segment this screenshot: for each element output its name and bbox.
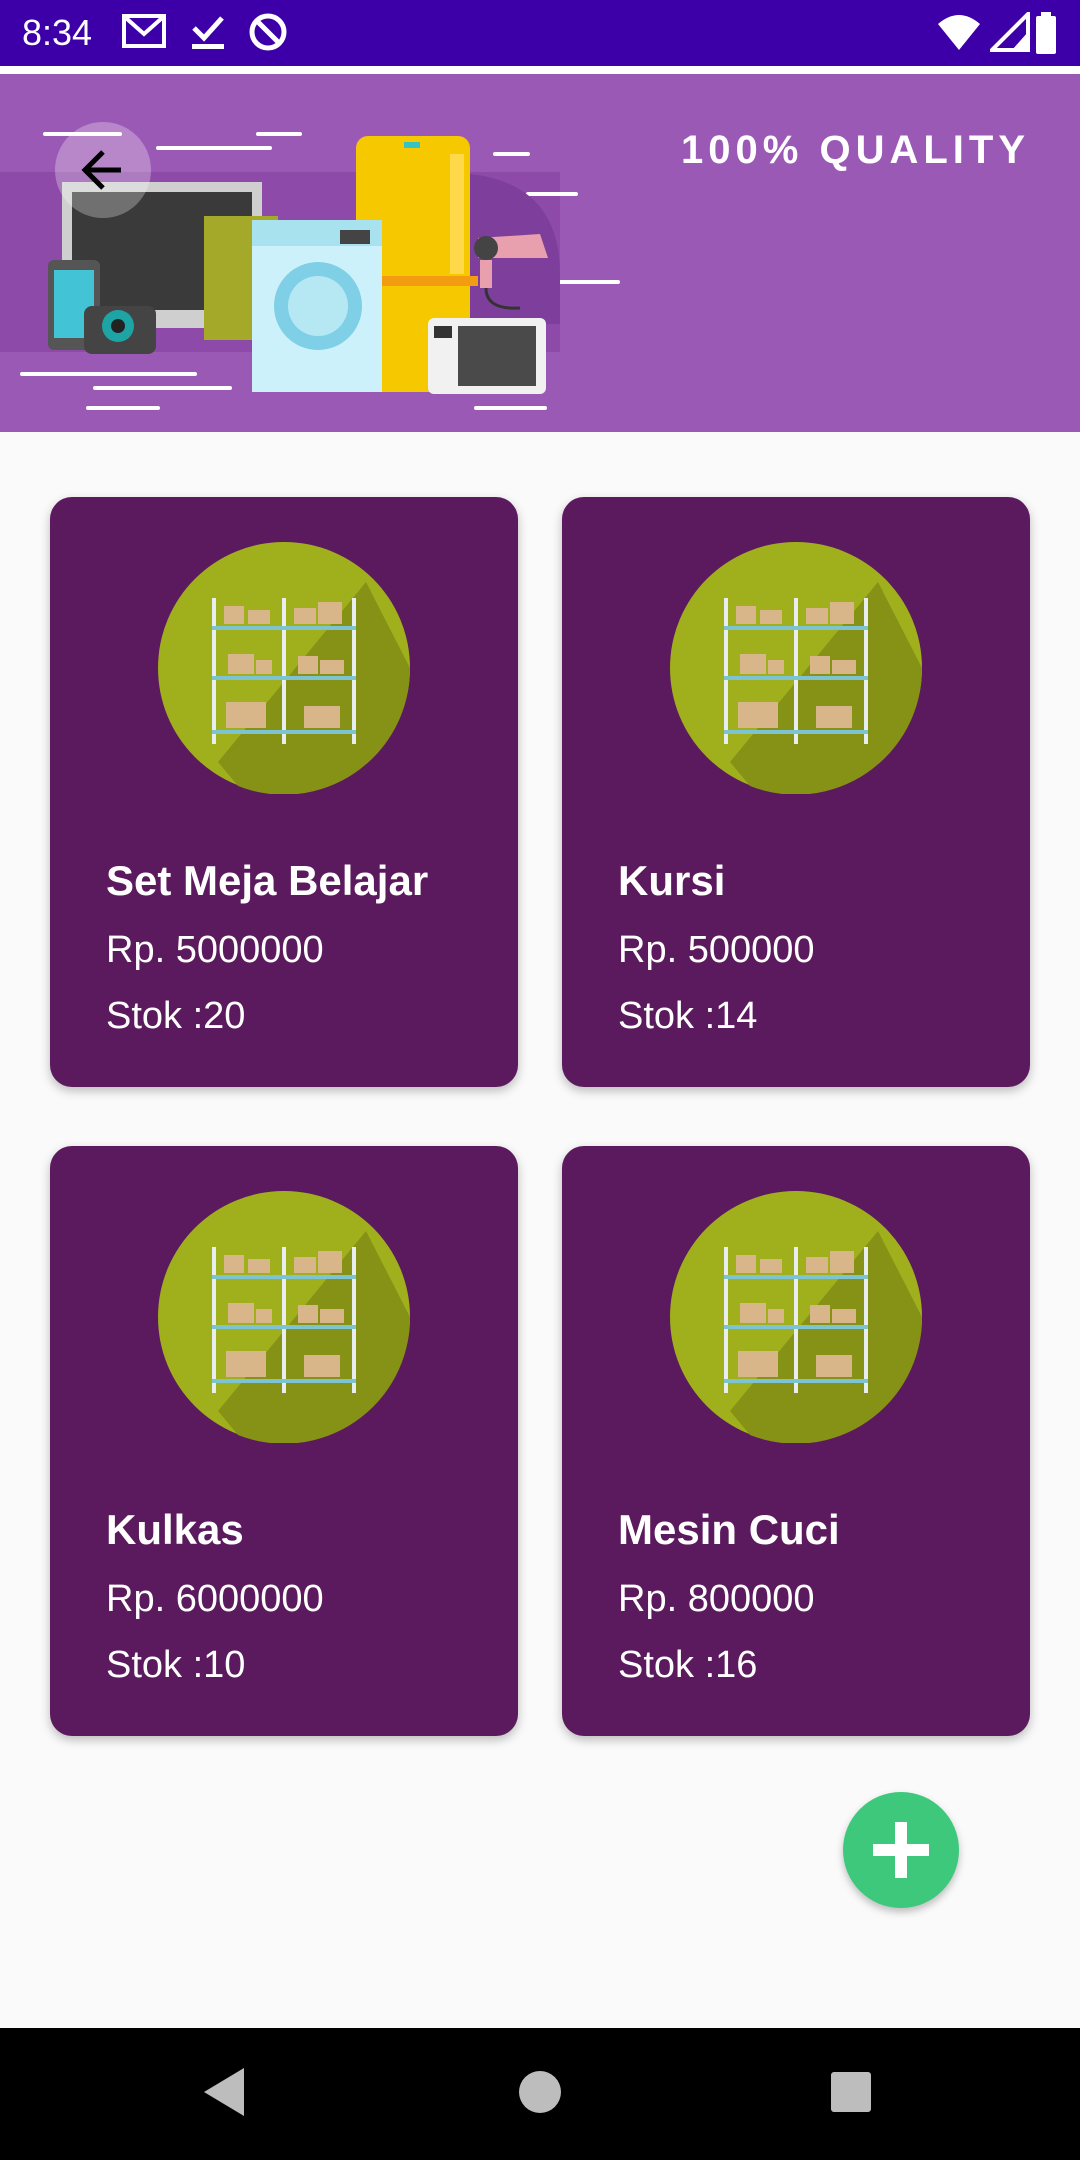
warehouse-shelves-icon xyxy=(670,542,922,794)
product-stock: Stok :20 xyxy=(106,995,246,1037)
status-divider xyxy=(0,66,1080,74)
wifi-icon xyxy=(936,12,982,57)
product-card[interactable]: Kursi Rp. 500000 Stok :14 xyxy=(562,497,1030,1087)
back-triangle-icon[interactable] xyxy=(200,2066,248,2123)
battery-icon xyxy=(1034,12,1058,59)
arrow-left-icon xyxy=(81,150,121,190)
system-nav-bar xyxy=(0,2028,1080,2160)
back-button[interactable] xyxy=(55,122,151,218)
product-price: Rp. 500000 xyxy=(618,929,815,971)
product-price: Rp. 6000000 xyxy=(106,1578,324,1620)
product-name: Kulkas xyxy=(106,1506,244,1553)
plus-icon xyxy=(873,1822,929,1878)
recents-square-icon[interactable] xyxy=(829,2066,873,2123)
product-name: Set Meja Belajar xyxy=(106,857,429,904)
home-circle-icon[interactable] xyxy=(518,2066,562,2123)
product-card[interactable]: Mesin Cuci Rp. 800000 Stok :16 xyxy=(562,1146,1030,1736)
product-price: Rp. 5000000 xyxy=(106,929,324,971)
warehouse-shelves-icon xyxy=(670,1191,922,1443)
status-bar: 8:34 xyxy=(0,0,1080,66)
warehouse-shelves-icon xyxy=(158,1191,410,1443)
warehouse-shelves-icon xyxy=(158,542,410,794)
product-name: Kursi xyxy=(618,857,726,904)
product-name: Mesin Cuci xyxy=(618,1506,840,1553)
task-check-icon xyxy=(190,12,226,57)
product-stock: Stok :10 xyxy=(106,1644,246,1686)
at-sign-icon xyxy=(248,12,288,57)
product-stock: Stok :14 xyxy=(618,995,758,1037)
signal-icon xyxy=(987,9,1030,57)
banner-text: 100% QUALITY xyxy=(681,128,1030,172)
product-card[interactable]: Set Meja Belajar Rp. 5000000 Stok :20 xyxy=(50,497,518,1087)
product-card[interactable]: Kulkas Rp. 6000000 Stok :10 xyxy=(50,1146,518,1736)
product-stock: Stok :16 xyxy=(618,1644,758,1686)
add-product-button[interactable] xyxy=(843,1792,959,1908)
product-price: Rp. 800000 xyxy=(618,1578,815,1620)
header-banner: 100% QUALITY xyxy=(0,74,1080,432)
status-time: 8:34 xyxy=(22,12,93,53)
gmail-icon xyxy=(122,12,166,57)
